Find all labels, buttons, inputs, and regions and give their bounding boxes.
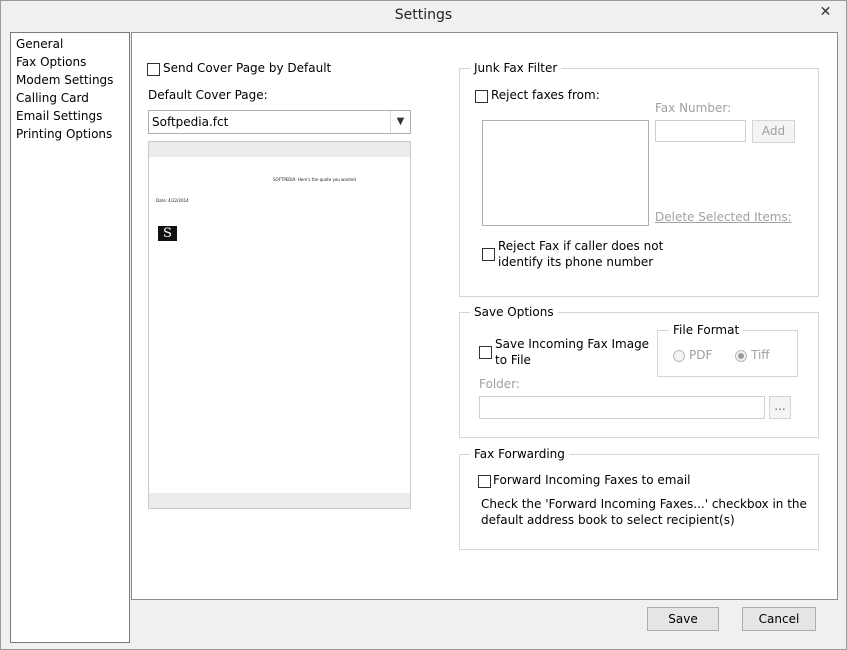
cover-page-dropdown[interactable]: Softpedia.fct ▼ [148, 110, 411, 134]
chevron-down-icon[interactable]: ▼ [390, 111, 410, 133]
cover-page-preview: SOFTPEDIA: Here's the quote you wanted D… [148, 141, 411, 509]
tiff-radio[interactable] [735, 350, 747, 362]
sidebar-item-printing-options[interactable]: Printing Options [16, 125, 112, 143]
send-cover-page-checkbox[interactable] [147, 63, 160, 76]
forwarding-help-line2: default address book to select recipient… [481, 513, 735, 527]
save-incoming-image-label-line2: to File [495, 353, 531, 367]
close-icon[interactable]: ✕ [809, 2, 842, 22]
settings-sidebar: General Fax Options Modem Settings Calli… [10, 32, 130, 643]
cover-page-dropdown-value: Softpedia.fct [152, 115, 229, 129]
save-options-legend: Save Options [470, 305, 558, 319]
sidebar-item-fax-options[interactable]: Fax Options [16, 53, 86, 71]
fax-number-input[interactable] [655, 120, 746, 142]
browse-folder-button[interactable]: ... [769, 396, 791, 419]
preview-logo: S [158, 226, 177, 241]
preview-bottom-bar [149, 493, 410, 508]
reject-unidentified-checkbox[interactable] [482, 248, 495, 261]
forwarding-help-line1: Check the 'Forward Incoming Faxes...' ch… [481, 497, 807, 511]
sidebar-item-general[interactable]: General [16, 35, 63, 53]
tiff-radio-label: Tiff [751, 348, 770, 362]
add-number-button[interactable]: Add [752, 120, 795, 143]
rejected-numbers-list[interactable] [482, 120, 649, 226]
reject-unidentified-label-line1: Reject Fax if caller does not [498, 239, 664, 253]
file-format-legend: File Format [669, 323, 744, 337]
sidebar-item-email-settings[interactable]: Email Settings [16, 107, 102, 125]
save-incoming-image-checkbox[interactable] [479, 346, 492, 359]
sidebar-item-modem-settings[interactable]: Modem Settings [16, 71, 113, 89]
save-button[interactable]: Save [647, 607, 719, 631]
fax-forwarding-legend: Fax Forwarding [470, 447, 569, 461]
save-incoming-image-label-line1: Save Incoming Fax Image [495, 337, 650, 351]
folder-label: Folder: [479, 377, 520, 391]
reject-faxes-from-checkbox[interactable] [475, 90, 488, 103]
pdf-radio-label: PDF [689, 348, 713, 362]
preview-header-text: SOFTPEDIA: Here's the quote you wanted [273, 177, 356, 182]
pdf-radio[interactable] [673, 350, 685, 362]
reject-unidentified-label-line2: identify its phone number [498, 255, 654, 269]
window-title: Settings [394, 7, 453, 23]
settings-content-panel: Send Cover Page by Default Default Cover… [131, 32, 838, 600]
forward-to-email-label: Forward Incoming Faxes to email [493, 473, 691, 487]
cancel-button[interactable]: Cancel [742, 607, 816, 631]
sidebar-item-calling-card[interactable]: Calling Card [16, 89, 89, 107]
settings-window: Settings ✕ General Fax Options Modem Set… [0, 0, 847, 650]
default-cover-page-label: Default Cover Page: [148, 88, 268, 102]
junk-fax-filter-legend: Junk Fax Filter [470, 61, 562, 75]
forward-to-email-checkbox[interactable] [478, 475, 491, 488]
preview-top-bar [149, 142, 410, 157]
reject-faxes-from-label: Reject faxes from: [491, 88, 600, 102]
delete-selected-items-link[interactable]: Delete Selected Items: [655, 210, 792, 224]
preview-date-text: Date: 4/22/2014 [156, 198, 189, 203]
folder-path-input[interactable] [479, 396, 765, 419]
send-cover-page-label: Send Cover Page by Default [163, 61, 332, 75]
title-bar: Settings ✕ [1, 1, 846, 32]
fax-number-label: Fax Number: [655, 101, 732, 115]
